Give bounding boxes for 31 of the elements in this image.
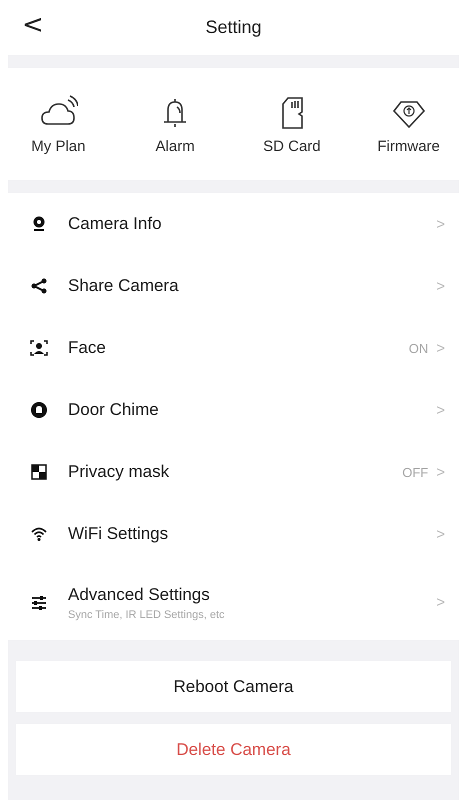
status-value: ON [408, 340, 428, 356]
menu-item[interactable]: Share Camera [68, 276, 436, 296]
delete-button[interactable]: Delete Camera [16, 724, 451, 775]
back-button[interactable]: < [22, 10, 44, 40]
menu-item[interactable]: Camera Info [68, 214, 436, 234]
chevron-icon: > [436, 278, 445, 294]
menu-item[interactable]: Door Chime [68, 400, 436, 420]
status-value: OFF [402, 464, 428, 480]
shortcut-label[interactable]: SD Card [263, 138, 321, 154]
chevron-icon: > [436, 464, 445, 480]
mask-grid-icon [30, 463, 48, 481]
menu-item[interactable]: WiFi Settings [68, 524, 436, 544]
chevron-icon: > [436, 594, 445, 611]
sliders-icon [30, 594, 48, 612]
face-scan-icon [30, 339, 48, 357]
shortcut-label[interactable]: Alarm [156, 138, 195, 154]
chevron-icon: > [436, 216, 445, 232]
chevron-icon: > [436, 526, 445, 542]
wifi-icon [30, 525, 48, 543]
menu-item[interactable]: Privacy mask [68, 462, 402, 482]
chevron-icon: > [436, 402, 445, 418]
chevron-icon: > [436, 340, 445, 356]
menu-item[interactable]: Advanced Settings [68, 584, 436, 604]
menu-subtitle: Sync Time, IR LED Settings, etc [68, 608, 226, 620]
reboot-button[interactable]: Reboot Camera [16, 661, 451, 712]
page-title: Setting [205, 17, 262, 38]
menu-item[interactable]: Face [68, 338, 409, 358]
shortcut-label[interactable]: Firmware [377, 138, 440, 154]
share-icon [30, 277, 48, 295]
shortcut-label[interactable]: My Plan [31, 138, 86, 154]
bell-circle-icon [30, 401, 48, 419]
